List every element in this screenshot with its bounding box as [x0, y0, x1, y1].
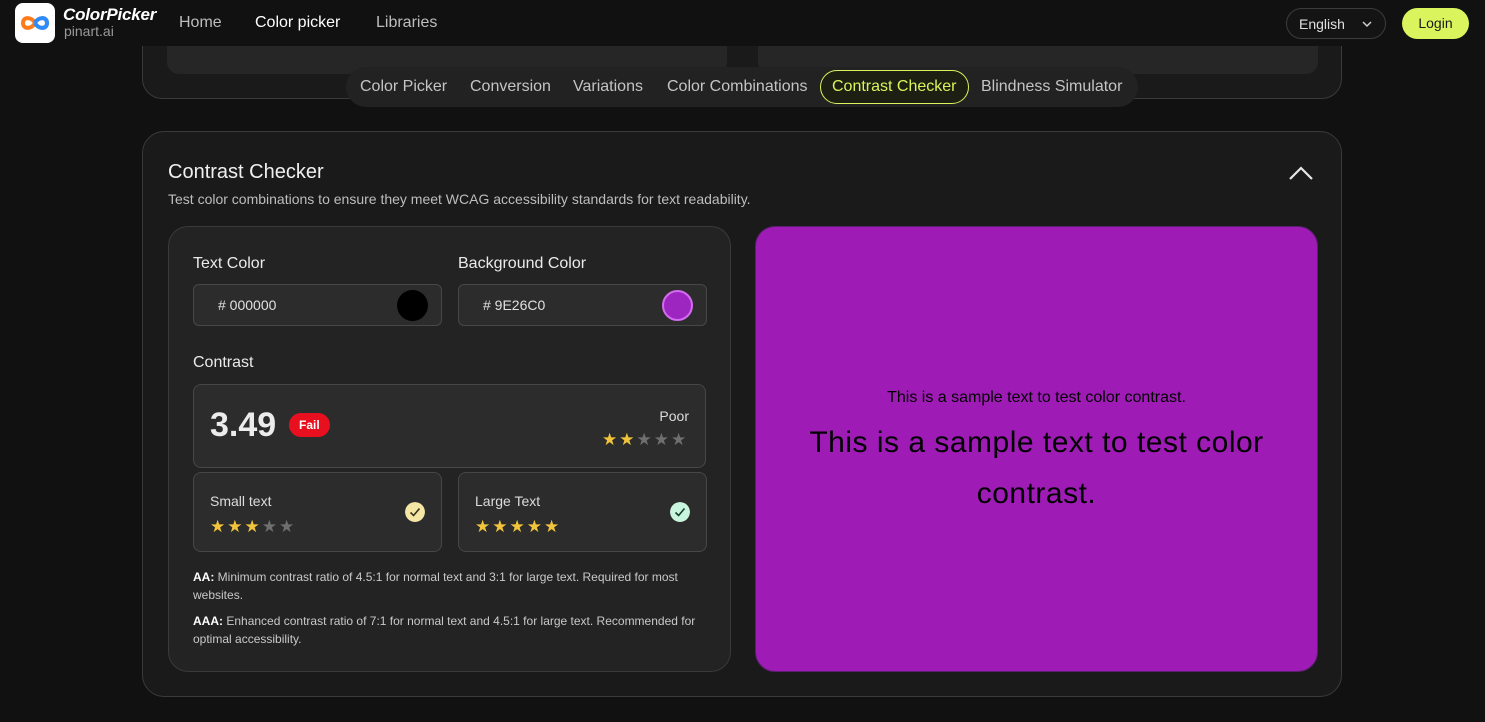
tab-blindness-simulator[interactable]: Blindness Simulator [981, 70, 1122, 104]
aa-label: AA: [193, 570, 215, 584]
star-filled-icon: ★ [227, 517, 243, 536]
tab-variations[interactable]: Variations [573, 70, 643, 104]
nav-color-picker[interactable]: Color picker [255, 14, 340, 32]
star-filled-icon: ★ [509, 517, 525, 536]
rating-label: Poor [659, 408, 689, 424]
background-color-label: Background Color [458, 255, 587, 272]
star-empty-icon: ★ [279, 517, 295, 536]
small-text-result: Small text ★ ★ ★ ★ ★ [193, 472, 442, 552]
section-title: Contrast Checker [168, 161, 324, 183]
star-filled-icon: ★ [602, 430, 618, 449]
contrast-star-rating: ★ ★ ★ ★ ★ [602, 431, 686, 448]
contrast-preview: This is a sample text to test color cont… [755, 226, 1318, 672]
star-empty-icon: ★ [653, 430, 669, 449]
brand-name: ColorPicker [63, 5, 157, 24]
star-filled-icon: ★ [210, 517, 226, 536]
tab-color-picker[interactable]: Color Picker [360, 70, 447, 104]
contrast-controls-panel: Text Color Background Color # 000000 # 9… [168, 226, 731, 672]
aaa-text: Enhanced contrast ratio of 7:1 for norma… [193, 614, 696, 646]
star-filled-icon: ★ [619, 430, 635, 449]
background-color-swatch[interactable] [662, 290, 693, 321]
chevron-down-icon [1362, 21, 1372, 28]
large-text-label: Large Text [475, 493, 541, 509]
text-color-swatch[interactable] [397, 290, 428, 321]
contrast-ratio: 3.49 [210, 406, 277, 444]
preview-small-text: This is a sample text to test color cont… [887, 389, 1186, 406]
contrast-result: 3.49 Fail Poor ★ ★ ★ ★ ★ [193, 384, 706, 468]
text-color-value: # 000000 [218, 297, 277, 313]
preview-large-text: This is a sample text to test color cont… [809, 426, 1264, 510]
top-header: ColorPicker pinart.ai Home Color picker … [0, 0, 1485, 46]
check-icon [670, 502, 690, 522]
tool-tabs: Color Picker Conversion Variations Color… [346, 67, 1138, 107]
star-filled-icon: ★ [475, 517, 491, 536]
large-text-star-rating: ★ ★ ★ ★ ★ [475, 518, 559, 535]
tab-color-combinations[interactable]: Color Combinations [667, 70, 808, 104]
star-filled-icon: ★ [526, 517, 542, 536]
text-color-input[interactable]: # 000000 [193, 284, 442, 326]
language-select[interactable]: English [1286, 8, 1386, 39]
aaa-label: AAA: [193, 614, 223, 628]
star-empty-icon: ★ [261, 517, 277, 536]
star-filled-icon: ★ [544, 517, 560, 536]
background-color-input[interactable]: # 9E26C0 [458, 284, 707, 326]
language-value: English [1299, 16, 1345, 32]
star-filled-icon: ★ [492, 517, 508, 536]
aaa-note: AAA: Enhanced contrast ratio of 7:1 for … [193, 612, 708, 648]
tab-conversion[interactable]: Conversion [470, 70, 551, 104]
text-color-label: Text Color [193, 255, 266, 272]
contrast-label: Contrast [193, 354, 254, 371]
small-text-label: Small text [210, 493, 272, 509]
status-badge: Fail [289, 413, 330, 437]
aa-text: Minimum contrast ratio of 4.5:1 for norm… [193, 570, 678, 602]
nav-home[interactable]: Home [179, 14, 222, 32]
nav-libraries[interactable]: Libraries [376, 14, 437, 32]
aa-note: AA: Minimum contrast ratio of 4.5:1 for … [193, 568, 708, 604]
large-text-result: Large Text ★ ★ ★ ★ ★ [458, 472, 707, 552]
collapse-button[interactable] [1287, 162, 1315, 186]
login-button[interactable]: Login [1402, 8, 1469, 39]
tab-contrast-checker[interactable]: Contrast Checker [820, 70, 969, 104]
star-empty-icon: ★ [636, 430, 652, 449]
logo-icon[interactable] [15, 3, 55, 43]
contrast-checker-card: Contrast Checker Test color combinations… [142, 131, 1342, 697]
brand-sub: pinart.ai [64, 23, 114, 39]
star-filled-icon: ★ [244, 517, 260, 536]
chevron-up-icon [1289, 166, 1313, 180]
check-icon [405, 502, 425, 522]
section-description: Test color combinations to ensure they m… [168, 191, 751, 207]
star-empty-icon: ★ [671, 430, 687, 449]
background-color-value: # 9E26C0 [483, 297, 546, 313]
small-text-star-rating: ★ ★ ★ ★ ★ [210, 518, 294, 535]
